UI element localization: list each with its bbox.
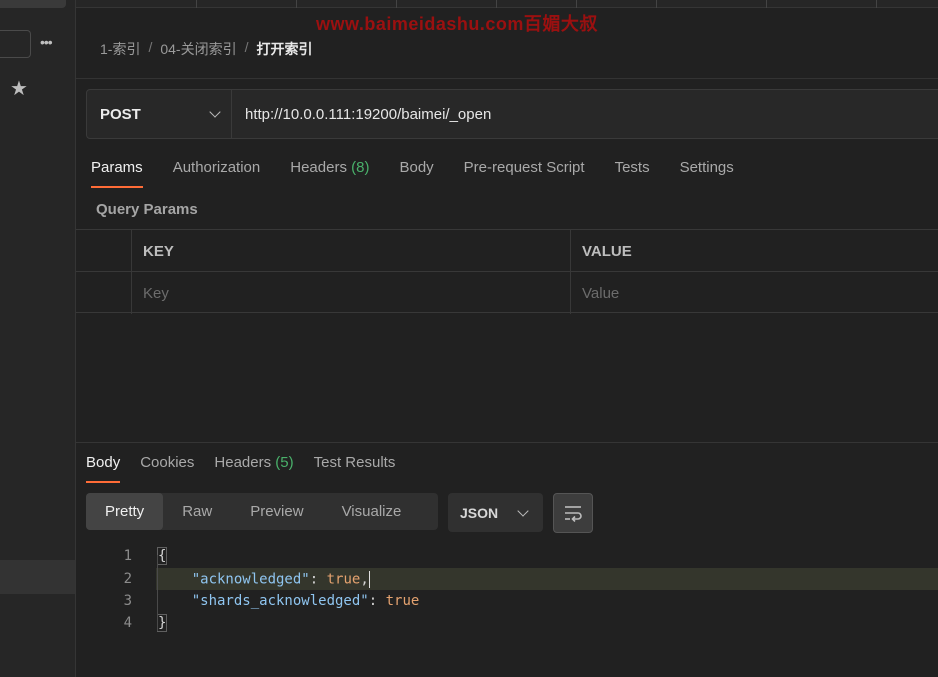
response-headers-count: (5) <box>275 454 294 471</box>
format-label: JSON <box>460 504 499 521</box>
tab-settings[interactable]: Settings <box>680 159 734 189</box>
key-input[interactable]: Key <box>143 272 563 314</box>
wrap-lines-icon <box>565 506 582 522</box>
line-number: 3 <box>123 593 132 609</box>
code-text: { <box>156 547 168 565</box>
tab-pre-request-script[interactable]: Pre-request Script <box>464 159 585 189</box>
breadcrumb-current[interactable]: 打开索引 <box>256 39 312 59</box>
request-tab-strip <box>76 0 938 8</box>
line-number: 2 <box>123 571 132 587</box>
row-checkbox-cell[interactable] <box>76 272 131 314</box>
tab-response-body[interactable]: Body <box>86 454 121 484</box>
tab-response-headers[interactable]: Headers (5) <box>214 454 293 484</box>
tab-cookies[interactable]: Cookies <box>140 454 194 484</box>
tab-divider <box>196 0 197 8</box>
code-line: 3 "shards_acknowledged": true <box>76 590 938 612</box>
tab-divider <box>876 0 877 8</box>
tab-divider <box>766 0 767 8</box>
view-mode-raw[interactable]: Raw <box>163 493 231 530</box>
breadcrumb-item[interactable]: 04-关闭索引 <box>160 39 236 59</box>
method-select[interactable]: POST <box>87 90 232 138</box>
method-label: POST <box>100 105 141 123</box>
tab-authorization[interactable]: Authorization <box>173 159 261 189</box>
response-divider[interactable] <box>76 442 938 443</box>
chevron-down-icon <box>209 106 221 118</box>
sidebar-top-tab[interactable] <box>0 0 66 8</box>
breadcrumb-separator: / <box>244 39 249 55</box>
format-select[interactable]: JSON <box>448 493 543 532</box>
breadcrumb: 1-索引 / 04-关闭索引 / 打开索引 <box>100 39 312 59</box>
breadcrumb-item[interactable]: 1-索引 <box>100 39 140 59</box>
sidebar-selected-item[interactable] <box>0 560 75 594</box>
view-mode-visualize[interactable]: Visualize <box>323 493 421 530</box>
tab-divider <box>576 0 577 8</box>
code-text: "shards_acknowledged": true <box>191 593 420 609</box>
divider <box>76 78 938 79</box>
wrap-lines-button[interactable] <box>553 493 593 533</box>
code-line-active: 2 "acknowledged": true, <box>124 568 938 590</box>
tab-divider <box>296 0 297 8</box>
tab-body[interactable]: Body <box>399 159 433 189</box>
left-sidebar: ••• ★ <box>0 0 76 677</box>
url-input[interactable]: http://10.0.0.111:19200/baimei/_open <box>232 90 491 138</box>
chevron-down-icon <box>517 504 529 517</box>
request-bar: POST http://10.0.0.111:19200/baimei/_ope… <box>86 89 938 139</box>
indent-guide <box>157 555 158 631</box>
tab-headers[interactable]: Headers (8) <box>290 159 369 189</box>
view-mode-switcher: Pretty Raw Preview Visualize <box>86 493 438 530</box>
tab-divider <box>656 0 657 8</box>
code-line: 4 } <box>76 612 938 634</box>
watermark: www.baimeidashu.com百媚大叔 <box>316 14 598 34</box>
headers-count: (8) <box>351 159 370 176</box>
view-mode-preview[interactable]: Preview <box>231 493 322 530</box>
query-params-table: KEY VALUE Key Value <box>76 229 938 314</box>
tab-test-results[interactable]: Test Results <box>314 454 396 484</box>
tab-params[interactable]: Params <box>91 159 143 189</box>
request-tabs: Params Authorization Headers (8) Body Pr… <box>91 159 764 189</box>
star-icon[interactable]: ★ <box>10 76 28 101</box>
text-caret <box>368 570 371 588</box>
tab-divider <box>396 0 397 8</box>
breadcrumb-separator: / <box>148 39 153 55</box>
code-text: "acknowledged": true, <box>191 570 371 588</box>
value-input[interactable]: Value <box>582 272 932 314</box>
line-number: 1 <box>123 548 132 564</box>
response-tabs: Body Cookies Headers (5) Test Results <box>86 454 415 484</box>
table-header-row: KEY VALUE <box>76 230 938 272</box>
view-mode-pretty[interactable]: Pretty <box>86 493 164 530</box>
sidebar-search-input[interactable] <box>0 30 31 58</box>
column-header-value: VALUE <box>582 242 632 260</box>
tab-divider <box>496 0 497 8</box>
code-text: } <box>156 614 168 632</box>
more-options-icon[interactable]: ••• <box>40 34 53 50</box>
column-header-key: KEY <box>143 242 174 260</box>
line-number: 4 <box>123 615 132 631</box>
tab-tests[interactable]: Tests <box>615 159 650 189</box>
table-row: Key Value <box>76 272 938 314</box>
code-line: 1 { <box>76 545 938 567</box>
query-params-title: Query Params <box>96 201 198 218</box>
